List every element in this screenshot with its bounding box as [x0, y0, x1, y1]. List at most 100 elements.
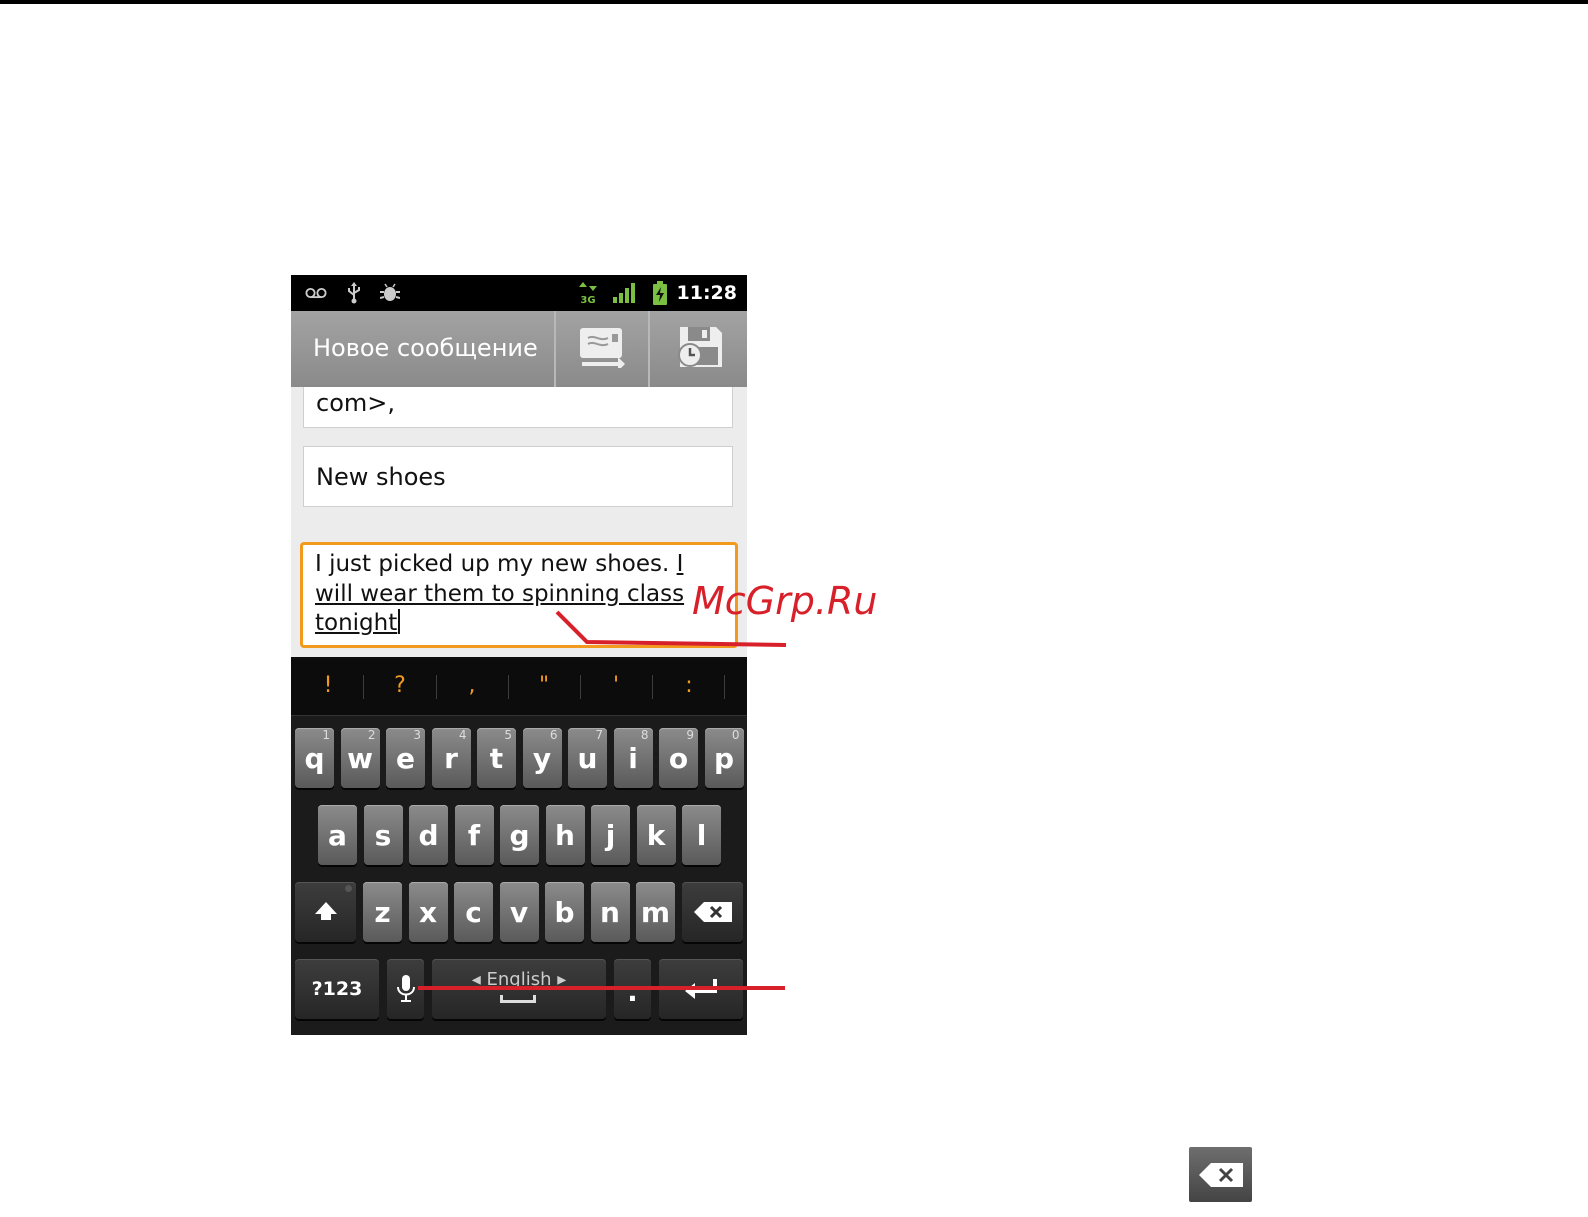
battery-charging-icon — [649, 281, 671, 305]
key-label: n — [600, 896, 620, 929]
caps-lock-indicator — [345, 885, 352, 892]
microphone-icon — [396, 975, 416, 1007]
key-k[interactable]: k — [636, 805, 676, 865]
shift-icon — [313, 900, 339, 928]
key-label: w — [347, 742, 373, 775]
key-q[interactable]: q1 — [295, 728, 334, 788]
key-r[interactable]: r4 — [431, 728, 471, 788]
key-hint: 5 — [504, 728, 512, 742]
data-3g-icon: 3G — [577, 282, 599, 304]
subject-field-value: New shoes — [316, 463, 446, 491]
top-rule — [0, 0, 1588, 4]
suggestion-divider — [724, 675, 725, 699]
key-u[interactable]: u7 — [568, 728, 607, 788]
key-l[interactable]: l — [682, 805, 721, 865]
shift-key[interactable] — [295, 882, 356, 942]
key-hint: 3 — [413, 728, 421, 742]
key-h[interactable]: h — [545, 805, 585, 865]
save-draft-button[interactable] — [648, 311, 747, 387]
key-v[interactable]: v — [499, 882, 539, 942]
annotation-pointer-mic — [418, 986, 785, 990]
key-label: t — [489, 742, 504, 775]
key-c[interactable]: c — [454, 882, 493, 942]
suggestion-item[interactable]: ' — [580, 657, 652, 715]
key-label: g — [509, 819, 530, 852]
suggestion-item[interactable]: , — [436, 657, 508, 715]
key-label: c — [465, 896, 482, 929]
enter-icon — [681, 977, 721, 1007]
key-label: v — [509, 896, 529, 929]
key-label: p — [713, 742, 735, 775]
key-label: z — [374, 896, 391, 929]
key-label: e — [396, 742, 415, 775]
subject-field[interactable]: New shoes — [303, 446, 733, 507]
symbols-key[interactable]: ?123 — [295, 959, 379, 1019]
backspace-icon — [1189, 1147, 1252, 1202]
key-x[interactable]: x — [408, 882, 448, 942]
status-bar: 3G 11:28 — [291, 275, 747, 311]
key-label: l — [696, 819, 707, 852]
text-cursor — [398, 609, 401, 634]
key-label: m — [640, 896, 671, 929]
network-type-label: 3G — [580, 295, 595, 304]
usb-icon — [343, 282, 365, 304]
suggestion-item[interactable]: ? — [364, 657, 436, 715]
soft-keyboard: ! ? , " ' : q1w2e3r4t5y6u7i8o9p0 asdfghj… — [291, 657, 747, 1035]
space-bar-icon — [500, 995, 536, 1003]
key-label: f — [467, 819, 481, 852]
key-label: j — [605, 819, 616, 852]
screen-title: Новое сообщение — [313, 334, 538, 362]
key-e[interactable]: e3 — [386, 728, 425, 788]
key-label: b — [554, 896, 575, 929]
key-o[interactable]: o9 — [659, 728, 698, 788]
key-hint: 1 — [322, 728, 330, 742]
symbols-key-label: ?123 — [311, 978, 363, 1000]
key-t[interactable]: t5 — [477, 728, 516, 788]
key-label: d — [418, 819, 439, 852]
key-label: q — [304, 742, 325, 775]
key-label: r — [444, 742, 458, 775]
key-w[interactable]: w2 — [340, 728, 380, 788]
key-b[interactable]: b — [545, 882, 584, 942]
key-n[interactable]: n — [590, 882, 630, 942]
key-label: k — [646, 819, 666, 852]
key-y[interactable]: y6 — [522, 728, 562, 788]
voicemail-icon — [305, 283, 327, 303]
delete-key[interactable] — [682, 882, 743, 942]
key-f[interactable]: f — [454, 805, 494, 865]
to-field[interactable]: com>, — [303, 387, 733, 428]
key-p[interactable]: p0 — [704, 728, 744, 788]
key-z[interactable]: z — [363, 882, 402, 942]
send-icon — [578, 326, 626, 372]
suggestion-strip: ! ? , " ' : — [291, 657, 747, 716]
send-button[interactable] — [554, 311, 648, 387]
key-s[interactable]: s — [363, 805, 403, 865]
key-hint: 4 — [458, 728, 467, 742]
key-hint: 6 — [549, 728, 558, 742]
key-hint: 7 — [595, 728, 603, 742]
key-i[interactable]: i8 — [613, 728, 653, 788]
key-g[interactable]: g — [500, 805, 539, 865]
key-label: o — [668, 742, 689, 775]
annotation-pointer-text — [555, 610, 790, 654]
key-m[interactable]: m — [636, 882, 675, 942]
suggestion-item[interactable]: : — [653, 657, 725, 715]
key-label: x — [418, 896, 438, 929]
save-draft-icon — [676, 323, 724, 375]
android-debug-icon — [379, 283, 401, 303]
suggestion-item[interactable]: " — [508, 657, 580, 715]
key-hint: 9 — [686, 728, 694, 742]
key-d[interactable]: d — [409, 805, 448, 865]
key-hint: 0 — [731, 728, 740, 742]
to-field-value: com>, — [316, 389, 395, 417]
key-hint: 2 — [367, 728, 376, 742]
backspace-icon — [694, 902, 732, 926]
clock: 11:28 — [676, 282, 737, 304]
key-label: a — [328, 819, 347, 852]
suggestion-item[interactable]: ! — [292, 657, 364, 715]
key-label: u — [577, 742, 598, 775]
signal-icon — [611, 283, 637, 303]
key-j[interactable]: j — [591, 805, 630, 865]
action-bar: Новое сообщение — [291, 311, 747, 387]
key-a[interactable]: a — [318, 805, 357, 865]
